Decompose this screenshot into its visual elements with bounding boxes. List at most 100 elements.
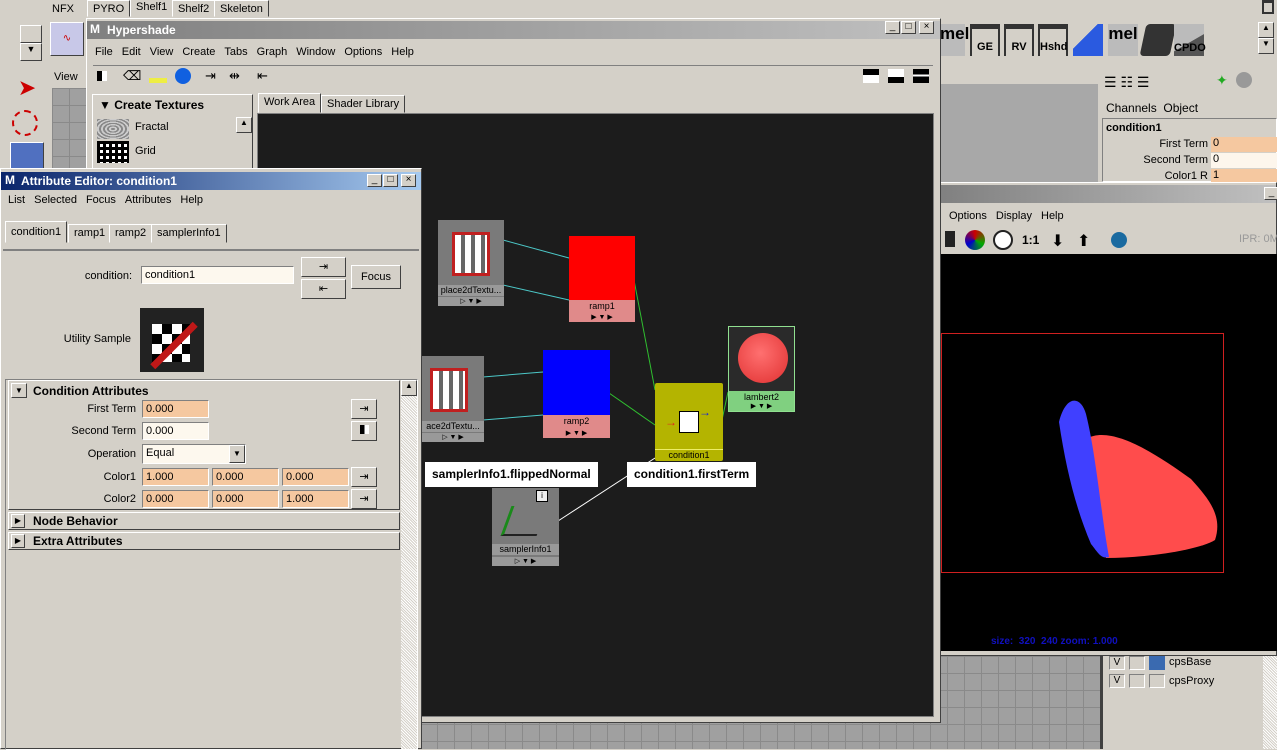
hypershade-titlebar[interactable]: Hypershade	[87, 21, 940, 39]
layer-type-toggle[interactable]	[1129, 656, 1145, 670]
tab-shader-library[interactable]: Shader Library	[321, 95, 406, 113]
node-ramp1[interactable]: ramp1 ▶ ▼ ▶	[569, 236, 635, 322]
menu-focus[interactable]: Focus	[86, 194, 116, 206]
section-collapse-toggle[interactable]: ▼	[11, 383, 27, 398]
tab-condition1[interactable]: condition1	[5, 221, 68, 243]
eraser-icon[interactable]: ⌫	[123, 68, 141, 84]
operation-dropdown[interactable]: Equal ▼	[142, 444, 246, 464]
output-connections-button[interactable]: ⇤	[301, 279, 346, 299]
scroll-up-button[interactable]: ▲	[236, 117, 252, 133]
close-button[interactable]: ×	[919, 21, 934, 34]
texture-item-grid[interactable]: Grid	[95, 141, 235, 163]
layout-split-icon[interactable]	[913, 69, 929, 83]
color1-b-field[interactable]: 0.000	[282, 468, 349, 486]
tab-work-area[interactable]: Work Area	[258, 93, 322, 113]
shelf-tab-skeleton[interactable]: Skeleton	[214, 0, 269, 17]
second-term-map-button[interactable]	[351, 421, 377, 441]
shelf-render-icon[interactable]	[1139, 24, 1177, 56]
node-ports-bar[interactable]: ▷ ▼ ▶	[422, 433, 484, 442]
menu-file[interactable]: File	[95, 46, 113, 58]
channel-layout-icons[interactable]: ☰ ☷ ☰	[1104, 74, 1149, 91]
viewport-grid[interactable]	[52, 88, 88, 170]
shelf-poly-icon[interactable]	[1073, 24, 1103, 56]
node-place2dtexture2[interactable]: ace2dTextu... ▷ ▼ ▶	[422, 356, 484, 442]
shelf-curve-tool-icon[interactable]: ∿	[50, 22, 84, 56]
shelf-tab-nfx[interactable]: NFX	[46, 0, 80, 17]
texture-item-fractal[interactable]: Fractal	[95, 119, 235, 139]
layer-color-swatch[interactable]	[1149, 656, 1165, 670]
first-term-field[interactable]: 0.000	[142, 400, 209, 418]
create-textures-header[interactable]: ▼ Create Textures	[93, 95, 252, 115]
menu-options[interactable]: Options	[949, 210, 987, 222]
shelf-hshd-button[interactable]: Hshd	[1038, 24, 1068, 56]
view-menu[interactable]: View	[54, 71, 78, 83]
menu-list[interactable]: List	[8, 194, 25, 206]
node-ports-bar[interactable]: ▶ ▼ ▶	[543, 429, 610, 438]
node-ports-bar[interactable]: ▷ ▼ ▶	[438, 297, 504, 306]
shelf-cpdo-button[interactable]: CPDO	[1174, 24, 1206, 56]
shading-icon[interactable]	[1236, 72, 1252, 88]
first-term-map-button[interactable]: ⇥	[351, 399, 377, 419]
menu-view[interactable]: View	[150, 46, 174, 58]
minimize-button[interactable]: _	[885, 21, 900, 34]
select-tool-icon[interactable]: ➤	[12, 75, 42, 105]
shelf-scroll-down[interactable]: ▼	[1258, 38, 1274, 54]
color2-b-field[interactable]: 1.000	[282, 490, 349, 508]
perspective-viewport[interactable]	[940, 84, 1098, 182]
input-connections-button[interactable]: ⇥	[301, 257, 346, 277]
layer-scrollbar[interactable]	[1263, 656, 1277, 749]
menu-attributes[interactable]: Attributes	[125, 194, 171, 206]
render-image-area[interactable]: size: 320 240 zoom: 1.000	[941, 254, 1277, 651]
layout-bottom-icon[interactable]	[888, 69, 904, 83]
color1-g-field[interactable]: 0.000	[212, 468, 279, 486]
section-extra-attributes[interactable]: ▶ Extra Attributes	[8, 532, 400, 550]
color1-map-button[interactable]: ⇥	[351, 467, 377, 487]
minimize-button[interactable]: _	[367, 174, 382, 187]
layout-top-icon[interactable]	[863, 69, 879, 83]
color2-g-field[interactable]: 0.000	[212, 490, 279, 508]
node-samplerinfo1[interactable]: i samplerInfo1 ▷ ▼ ▶	[492, 488, 559, 566]
remove-image-icon[interactable]: ⬆	[1077, 231, 1090, 251]
menu-display[interactable]: Display	[996, 210, 1032, 222]
attribute-editor-titlebar[interactable]: Attribute Editor: condition1	[1, 172, 421, 190]
shelf-mel-button[interactable]: mel	[940, 24, 969, 56]
shelf-tab-shelf2[interactable]: Shelf2	[172, 0, 216, 17]
trash-icon[interactable]	[1262, 0, 1274, 14]
shelf-mel-button-2[interactable]: mel	[1108, 24, 1138, 56]
section-title[interactable]: Condition Attributes	[33, 384, 149, 398]
channels-menu[interactable]: Channels	[1106, 101, 1157, 115]
snapshot-icon[interactable]	[945, 231, 955, 247]
layer-name[interactable]: cpsProxy	[1169, 675, 1214, 687]
lasso-tool-icon[interactable]	[12, 110, 38, 136]
shelf-scroll-button[interactable]	[20, 25, 42, 43]
node-ports-bar[interactable]: ▷ ▼ ▶	[492, 557, 559, 566]
object-menu[interactable]: Object	[1163, 101, 1198, 115]
real-size-button[interactable]: 1:1	[1022, 233, 1039, 247]
tab-ramp2[interactable]: ramp2	[109, 224, 153, 243]
color1-r-field[interactable]: 1.000	[142, 468, 209, 486]
channel-row[interactable]: Second Term 0	[1103, 153, 1277, 169]
node-ramp2[interactable]: ramp2 ▶ ▼ ▶	[543, 350, 610, 438]
channel-row[interactable]: First Term 0	[1103, 137, 1277, 153]
node-ports-bar[interactable]: ▶ ▼ ▶	[729, 402, 794, 411]
graph-network-icon[interactable]	[175, 68, 191, 84]
minimize-button[interactable]: _	[1264, 187, 1277, 200]
menu-window[interactable]: Window	[296, 46, 335, 58]
scroll-up-button[interactable]: ▲	[401, 380, 417, 396]
layer-type-toggle[interactable]	[1129, 674, 1145, 688]
node-ports-bar[interactable]: ▶ ▼ ▶	[569, 313, 635, 322]
color2-r-field[interactable]: 0.000	[142, 490, 209, 508]
rgb-channels-icon[interactable]	[965, 230, 985, 250]
channel-value[interactable]: 0	[1211, 137, 1277, 152]
shelf-ge-button[interactable]: GE	[970, 24, 1000, 56]
alpha-channel-icon[interactable]	[993, 230, 1013, 250]
checker-icon[interactable]	[97, 71, 107, 81]
keep-image-icon[interactable]: ⬇	[1051, 231, 1064, 251]
layer-color-swatch[interactable]	[1149, 674, 1165, 688]
maximize-button[interactable]: □	[901, 21, 916, 34]
close-button[interactable]: ×	[401, 174, 416, 187]
second-term-field[interactable]: 0.000	[142, 422, 209, 440]
menu-tabs[interactable]: Tabs	[224, 46, 247, 58]
node-place2dtexture1[interactable]: place2dTextu... ▷ ▼ ▶	[438, 220, 504, 306]
channel-row[interactable]: Color1 R 1	[1103, 169, 1277, 183]
